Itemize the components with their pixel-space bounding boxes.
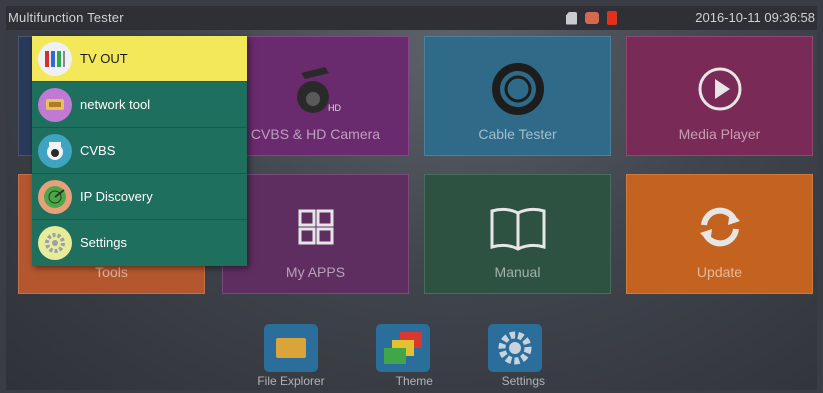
- battery-icon: [607, 11, 617, 25]
- menu-item-label: network tool: [80, 97, 151, 112]
- app-title: Multifunction Tester: [8, 10, 124, 25]
- tile-label: My APPS: [285, 264, 346, 280]
- tile-cvbs-hd-camera[interactable]: HD CVBS & HD Camera: [222, 36, 409, 156]
- refresh-icon: [699, 207, 740, 247]
- tile-label: Update: [696, 264, 743, 280]
- camera-icon: [38, 133, 72, 168]
- sd-card-icon: [566, 11, 577, 25]
- device-screen: Multifunction Tester 2016-10-11 09:36:58…: [6, 6, 817, 390]
- menu-item-label: IP Discovery: [80, 189, 153, 204]
- menu-item-tv-out[interactable]: TV OUT: [32, 36, 247, 82]
- tile-my-apps[interactable]: My APPS: [222, 174, 409, 294]
- gear-icon: [488, 324, 542, 372]
- play-icon: [698, 67, 741, 111]
- network-icon: [585, 12, 599, 24]
- popup-menu: TV OUT network tool CVBS IP Discovery Se…: [32, 36, 247, 266]
- bottom-dock: File Explorer Theme Settings: [257, 324, 545, 390]
- datetime: 2016-10-11 09:36:58: [695, 10, 815, 25]
- ptz-camera-icon: HD: [296, 67, 341, 113]
- dock-file-explorer[interactable]: File Explorer: [257, 324, 325, 390]
- menu-item-label: CVBS: [80, 143, 116, 158]
- svg-text:HD: HD: [328, 103, 341, 113]
- apps-grid-icon: [298, 209, 333, 245]
- menu-item-settings[interactable]: Settings: [32, 220, 247, 265]
- menu-item-label: Settings: [80, 235, 127, 250]
- dock-settings[interactable]: Settings: [485, 324, 545, 390]
- book-icon: [490, 207, 545, 251]
- menu-item-network-tool[interactable]: network tool: [32, 82, 247, 128]
- tile-label: CVBS & HD Camera: [250, 126, 381, 142]
- folder-icon: [264, 324, 318, 372]
- dock-label: File Explorer: [257, 374, 325, 388]
- dock-label: Theme: [395, 374, 433, 388]
- tile-update[interactable]: Update: [626, 174, 813, 294]
- cable-coil-icon: [491, 63, 544, 115]
- tile-cable-tester[interactable]: Cable Tester: [424, 36, 611, 156]
- tile-manual[interactable]: Manual: [424, 174, 611, 294]
- status-bar: Multifunction Tester 2016-10-11 09:36:58: [6, 6, 817, 30]
- tile-label: Media Player: [678, 126, 761, 142]
- tile-label: Cable Tester: [478, 126, 557, 142]
- ip-discovery-icon: [38, 179, 72, 214]
- theme-icon: [376, 324, 430, 372]
- tile-label: Tools: [95, 264, 128, 280]
- tv-out-icon: [38, 41, 72, 76]
- menu-item-cvbs[interactable]: CVBS: [32, 128, 247, 174]
- network-tool-icon: [38, 87, 72, 122]
- settings-icon: [38, 225, 72, 260]
- status-icons: [566, 11, 617, 25]
- tile-label: Manual: [494, 264, 541, 280]
- menu-item-label: TV OUT: [80, 51, 128, 66]
- dock-theme[interactable]: Theme: [373, 324, 433, 390]
- menu-item-ip-discovery[interactable]: IP Discovery: [32, 174, 247, 220]
- dock-label: Settings: [501, 374, 545, 388]
- tile-media-player[interactable]: Media Player: [626, 36, 813, 156]
